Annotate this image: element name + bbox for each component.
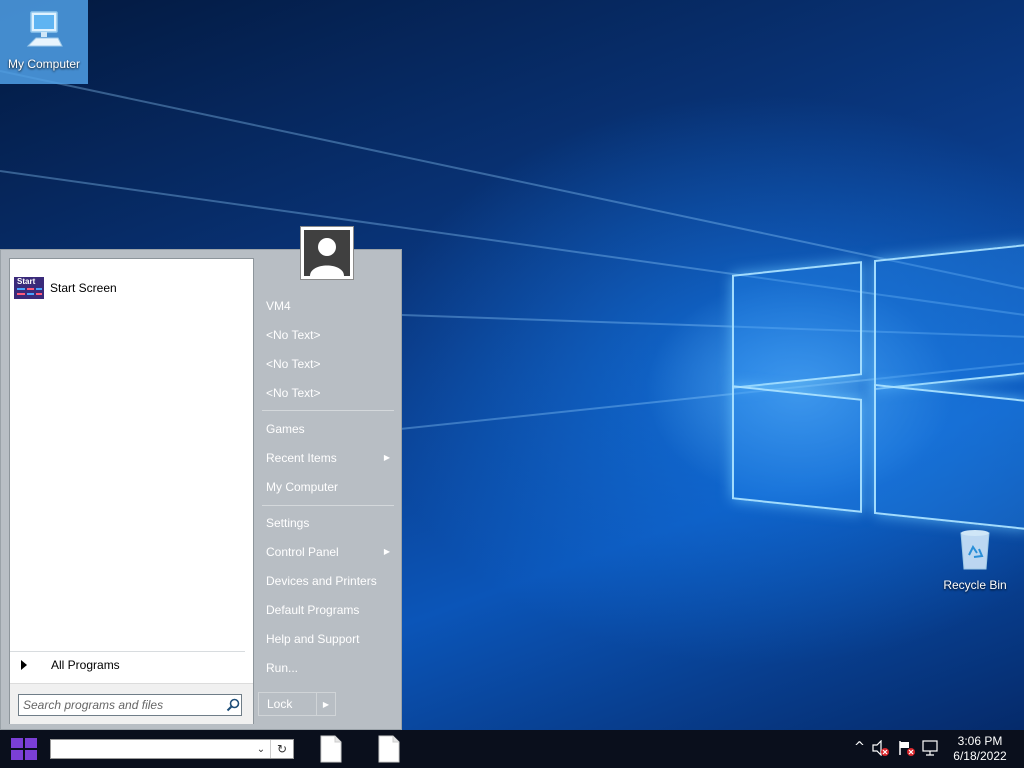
computer-icon <box>26 11 63 47</box>
volume-muted-icon[interactable] <box>872 740 890 756</box>
search-box <box>18 694 242 716</box>
start-item-label: Control Panel <box>266 545 339 559</box>
start-item-label: My Computer <box>266 480 339 494</box>
logo-pane-bottom-right <box>874 383 1024 531</box>
start-item-label: Settings <box>266 516 310 530</box>
recycle-bin-icon <box>960 530 990 570</box>
search-input[interactable] <box>19 695 221 715</box>
clock-date: 6/18/2022 <box>953 749 1007 763</box>
start-item-default-programs[interactable]: Default Programs <box>258 597 396 623</box>
action-center-flag-icon[interactable] <box>898 740 916 756</box>
all-programs-button[interactable]: All Programs <box>10 651 245 678</box>
submenu-arrow-icon: ▶ <box>383 547 390 556</box>
start-item-run[interactable]: Run... <box>258 655 396 681</box>
start-menu-programs-pane: Start Start Screen All Programs <box>9 258 254 724</box>
desktop-icon-recycle-bin[interactable]: Recycle Bin <box>930 527 1020 592</box>
desktop-icon-label: My Computer <box>7 57 81 71</box>
pinned-item-start-screen[interactable]: Start Start Screen <box>14 275 117 301</box>
start-item-user-folder[interactable]: VM4 <box>258 293 396 319</box>
search-icon[interactable] <box>225 697 241 713</box>
logo-pane-top-right <box>874 243 1024 391</box>
lock-button-group: Lock ▶ <box>258 692 336 716</box>
taskbar-clock[interactable]: 3:06 PM 6/18/2022 <box>944 734 1016 764</box>
search-area <box>10 683 253 724</box>
start-item-my-computer[interactable]: My Computer <box>258 474 396 500</box>
start-item-label: <No Text> <box>266 357 321 371</box>
lock-button[interactable]: Lock <box>259 693 316 715</box>
start-item-no-text-1[interactable]: <No Text> <box>258 322 396 348</box>
start-item-settings[interactable]: Settings <box>258 510 396 536</box>
start-button[interactable] <box>6 734 42 764</box>
start-item-no-text-2[interactable]: <No Text> <box>258 351 396 377</box>
start-item-label: Devices and Printers <box>266 574 377 588</box>
start-item-label: VM4 <box>266 299 291 313</box>
desktop-icon-my-computer[interactable]: My Computer <box>0 0 88 84</box>
document-icon[interactable] <box>378 735 400 763</box>
network-icon[interactable] <box>922 740 940 756</box>
desktop-icon-label: Recycle Bin <box>943 578 1007 592</box>
logo-pane-bottom-left <box>732 385 862 513</box>
address-toolbar: ⌄ ↻ <box>50 739 294 759</box>
start-item-devices-and-printers[interactable]: Devices and Printers <box>258 568 396 594</box>
start-item-control-panel[interactable]: Control Panel ▶ <box>258 539 396 565</box>
start-item-help-and-support[interactable]: Help and Support <box>258 626 396 652</box>
start-item-label: <No Text> <box>266 328 321 342</box>
start-menu-separator <box>262 505 394 506</box>
user-avatar-icon <box>304 230 350 276</box>
all-programs-label: All Programs <box>51 658 120 672</box>
start-item-label: Games <box>266 422 305 436</box>
windows-logo-icon <box>11 738 37 760</box>
chevron-up-icon[interactable]: ^ <box>854 740 865 755</box>
clock-time: 3:06 PM <box>957 734 1003 748</box>
taskbar: ⌄ ↻ ^ 3:06 PM 6/18/2022 <box>0 730 1024 768</box>
triangle-right-icon <box>21 660 27 670</box>
start-item-no-text-3[interactable]: <No Text> <box>258 380 396 406</box>
chevron-down-icon[interactable]: ⌄ <box>252 740 270 758</box>
start-item-label: <No Text> <box>266 386 321 400</box>
document-icon[interactable] <box>320 735 342 763</box>
lock-options-arrow-icon[interactable]: ▶ <box>316 693 335 715</box>
start-menu-separator <box>262 410 394 411</box>
start-item-label: Default Programs <box>266 603 360 617</box>
address-input[interactable] <box>51 740 252 758</box>
start-item-games[interactable]: Games <box>258 416 396 442</box>
start-item-label: Run... <box>266 661 299 675</box>
start-screen-icon: Start <box>14 277 44 299</box>
start-item-label: Help and Support <box>266 632 360 646</box>
pinned-item-label: Start Screen <box>50 281 117 295</box>
tile-text: Start <box>17 277 36 286</box>
refresh-icon[interactable]: ↻ <box>270 740 293 758</box>
start-item-recent-items[interactable]: Recent Items ▶ <box>258 445 396 471</box>
submenu-arrow-icon: ▶ <box>383 453 390 462</box>
user-avatar[interactable] <box>300 226 354 280</box>
logo-pane-top-left <box>732 261 862 389</box>
start-item-label: Recent Items <box>266 451 337 465</box>
